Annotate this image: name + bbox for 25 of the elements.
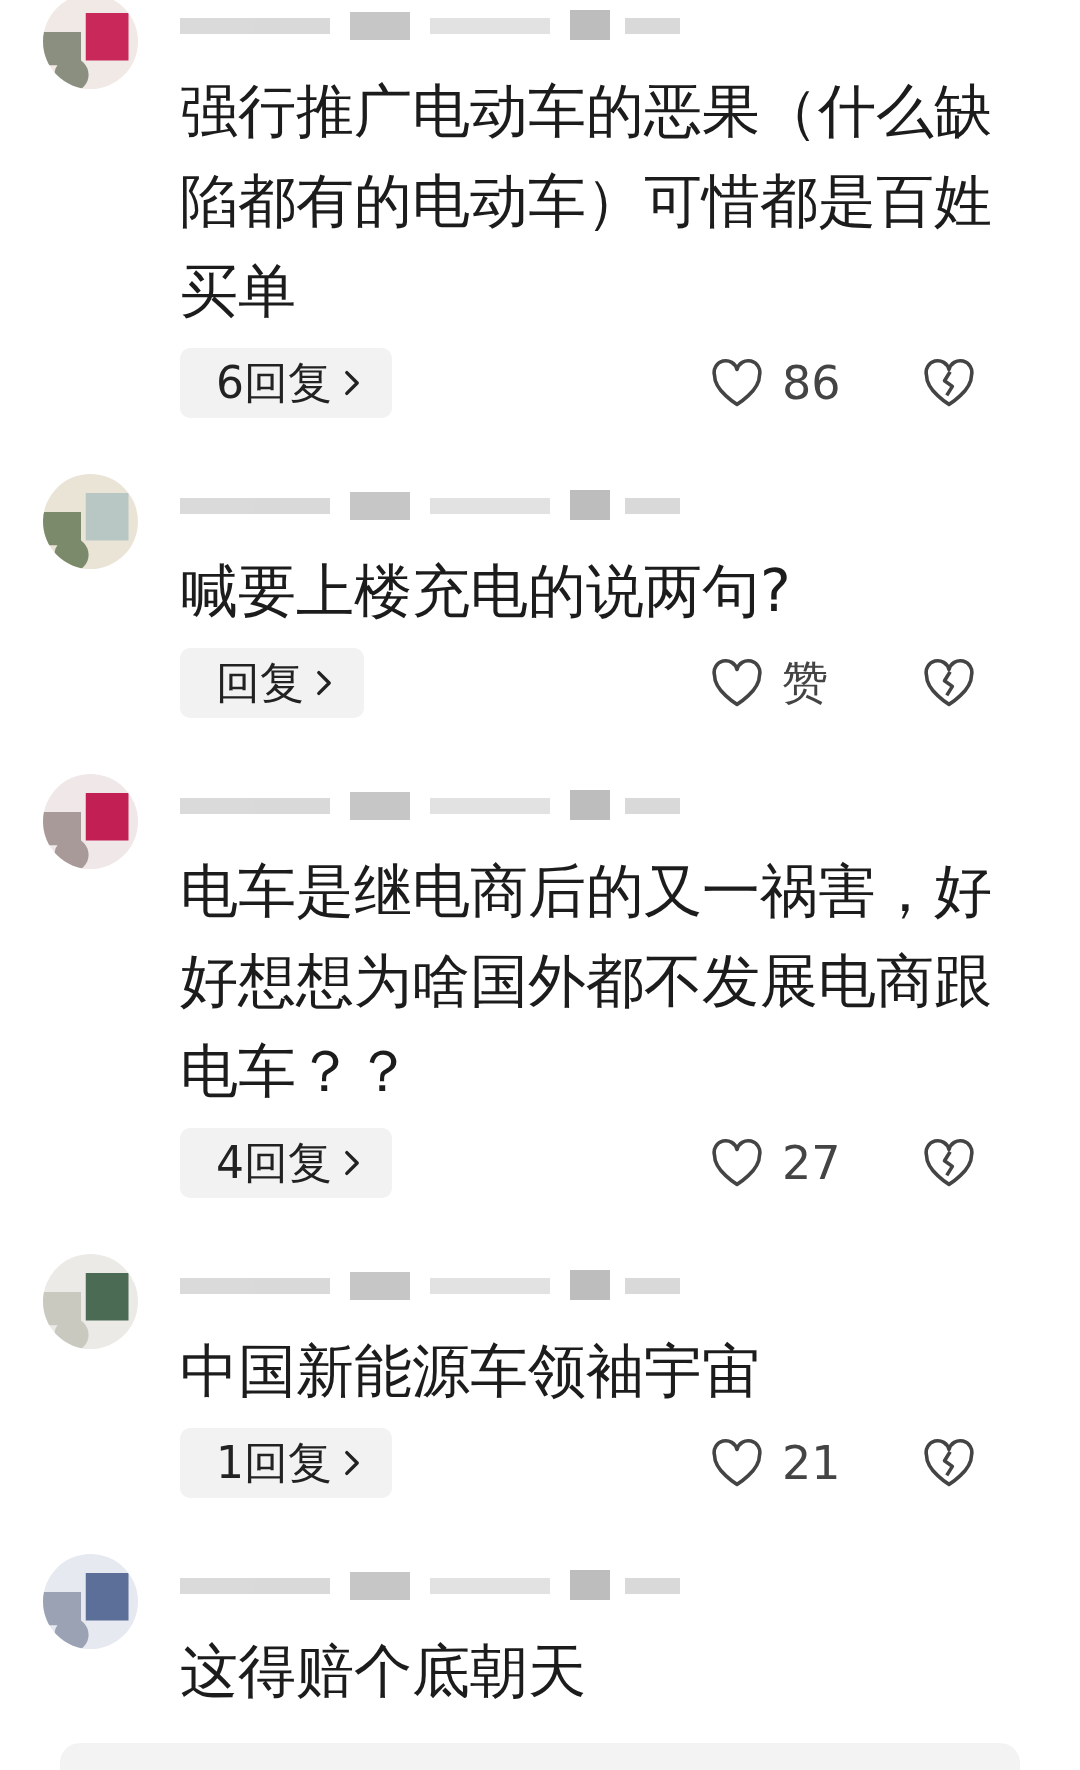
chevron-icon: [344, 1450, 360, 1476]
like-count: 86: [782, 356, 842, 410]
heart-icon[interactable]: [710, 358, 764, 408]
comment-text: 中国新能源车领袖宇宙: [180, 1336, 761, 1407]
comment-text: 这得赔个底朝天: [180, 1636, 587, 1707]
replies-button[interactable]: 回复: [180, 648, 364, 718]
chevron-icon: [344, 370, 360, 396]
heart-icon[interactable]: [710, 658, 764, 708]
like-count: 21: [782, 1436, 842, 1490]
broken-heart-icon[interactable]: [922, 358, 976, 408]
comment-text: 喊要上楼充电的说两句?: [180, 556, 792, 627]
comment-text: 电车是继电商后的又一祸害，好好想想为啥国外都不发展电商跟电车？？: [180, 856, 993, 1107]
replies-button[interactable]: 1回复: [180, 1428, 392, 1498]
comment-text: 强行推广电动车的恶果（什么缺陷都有的电动车）可惜都是百姓买单: [180, 76, 993, 327]
chevron-icon: [344, 1150, 360, 1176]
broken-heart-icon[interactable]: [922, 1138, 976, 1188]
like-count: 赞: [782, 654, 829, 711]
broken-heart-icon[interactable]: [922, 658, 976, 708]
broken-heart-icon[interactable]: [922, 1438, 976, 1488]
heart-icon[interactable]: [710, 1438, 764, 1488]
chevron-icon: [316, 670, 332, 696]
like-count: 27: [782, 1136, 842, 1190]
replies-button[interactable]: 6回复: [180, 348, 392, 418]
replies-button[interactable]: 4回复: [180, 1128, 392, 1198]
heart-icon[interactable]: [710, 1138, 764, 1188]
